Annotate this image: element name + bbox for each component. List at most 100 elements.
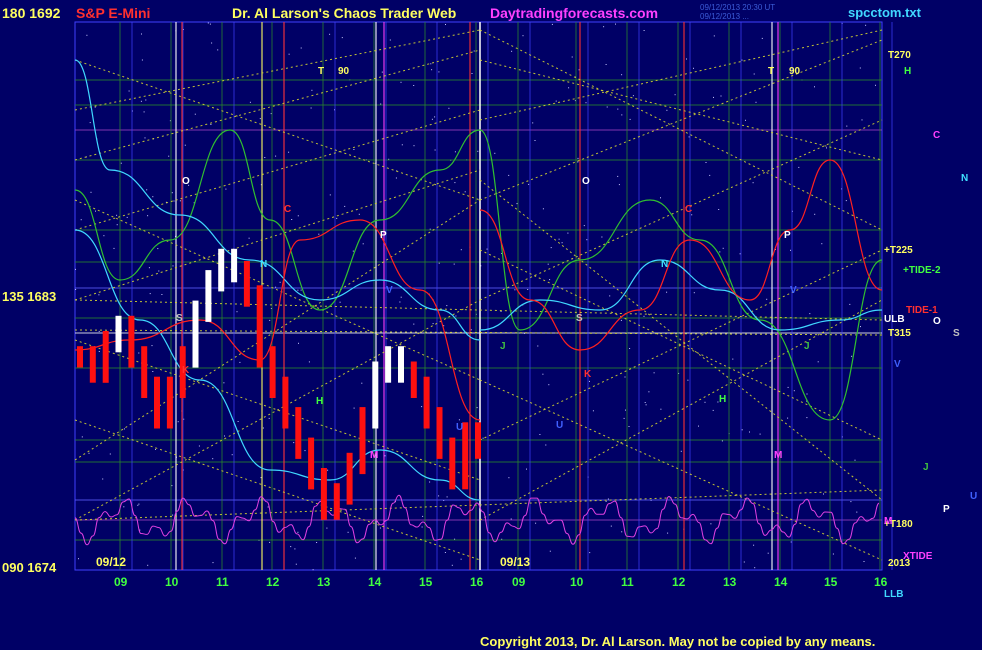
star-dot (854, 459, 856, 461)
tide-green-curve (74, 129, 883, 421)
star-dot (814, 86, 815, 88)
star-dot (120, 162, 122, 164)
star-dot (534, 140, 536, 141)
star-dot (753, 544, 755, 546)
right-label: LLB (884, 589, 903, 600)
star-dot (297, 531, 299, 533)
star-dot (198, 445, 200, 447)
chart-marker: S (176, 313, 183, 324)
star-dot (548, 384, 550, 386)
star-dot (476, 407, 478, 409)
star-dot (713, 96, 714, 98)
star-dot (606, 106, 608, 108)
star-dot (381, 71, 383, 73)
star-dot (361, 382, 363, 384)
timestamp-line-1: 09/12/2013 20:30 UT (700, 3, 776, 12)
star-dot (712, 409, 714, 411)
right-label: C (933, 130, 940, 141)
x-tick-label: 14 (774, 575, 788, 589)
right-label: TIDE-1 (906, 305, 938, 316)
star-dot (161, 294, 163, 295)
star-dot (179, 200, 181, 202)
site-link[interactable]: Daytradingforecasts.com (490, 5, 658, 21)
star-dot (318, 233, 320, 235)
star-dot (698, 425, 699, 427)
star-dot (527, 289, 529, 290)
star-dot (291, 219, 293, 220)
star-dot (237, 421, 239, 422)
x-tick-label: 10 (165, 575, 179, 589)
star-dot (144, 137, 146, 139)
star-dot (353, 149, 355, 150)
star-dot (123, 506, 125, 508)
right-label: 2013 (888, 558, 911, 569)
star-dot (454, 182, 456, 184)
star-dot (787, 417, 789, 419)
star-dot (745, 119, 746, 121)
star-dot (720, 95, 722, 97)
chart-marker: T (318, 66, 324, 77)
chart-marker: V (386, 285, 393, 296)
chart-marker: P (784, 230, 791, 241)
star-dot (86, 34, 88, 36)
star-dot (102, 478, 104, 480)
star-dot (138, 352, 140, 354)
star-dot (577, 161, 579, 163)
star-dot (421, 406, 423, 408)
star-dot (444, 552, 446, 553)
x-tick-label: 12 (672, 575, 686, 589)
chart-marker: S (576, 313, 583, 324)
star-dot (279, 281, 281, 283)
star-dot (138, 503, 140, 505)
star-dot (116, 224, 118, 226)
star-dot (262, 427, 264, 429)
star-dot (607, 498, 609, 500)
star-dot (623, 417, 625, 419)
star-dot (846, 125, 848, 127)
star-dot (453, 263, 455, 265)
star-dot (621, 74, 623, 76)
price-bar (115, 315, 122, 353)
star-dot (400, 81, 402, 83)
chart-title: Dr. Al Larson's Chaos Trader Web (232, 5, 457, 21)
star-dot (78, 558, 79, 560)
star-dot (741, 59, 743, 61)
star-dot (316, 542, 318, 543)
star-dot (510, 518, 512, 520)
star-dot (268, 417, 270, 419)
star-dot (851, 355, 853, 357)
price-bar (89, 346, 96, 383)
star-dot (75, 289, 77, 290)
star-dot (137, 504, 139, 506)
star-dot (211, 42, 213, 44)
instrument-title: S&P E-Mini (76, 5, 151, 21)
star-dot (422, 515, 424, 517)
star-dot (147, 215, 149, 217)
star-dot (148, 267, 150, 269)
price-bar (475, 422, 481, 459)
star-dot (508, 174, 510, 176)
star-dot (653, 372, 655, 374)
x-tick-label: 12 (266, 575, 280, 589)
star-dot (336, 217, 338, 219)
chart-marker: J (804, 341, 810, 352)
chart-marker: 90 (338, 66, 350, 77)
star-dot (542, 208, 544, 210)
y-axis-label-mid: 135 1683 (2, 289, 56, 304)
price-bar (423, 376, 430, 429)
star-dot (446, 305, 448, 307)
right-label: O (933, 316, 941, 327)
price-bar (192, 300, 199, 368)
star-dot (545, 444, 547, 446)
star-dot (617, 108, 619, 110)
star-dot (526, 468, 527, 470)
price-bar (372, 361, 379, 429)
star-dot (713, 35, 715, 37)
star-dot (809, 313, 811, 315)
price-bar (436, 407, 443, 459)
star-dot (849, 303, 851, 305)
x-tick-label: 10 (570, 575, 584, 589)
star-dot (645, 404, 647, 406)
star-dot (624, 376, 626, 378)
star-dot (561, 242, 563, 244)
